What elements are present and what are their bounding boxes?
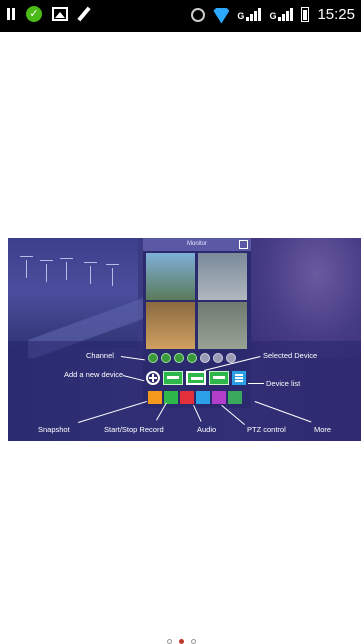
channel-dot <box>187 353 197 363</box>
label-more: More <box>314 425 332 434</box>
image-icon <box>52 7 68 21</box>
alarm-icon <box>191 7 206 22</box>
callout-line <box>248 383 264 384</box>
mic-icon <box>180 391 194 404</box>
label-audio: Audio <box>197 425 217 434</box>
more-icon <box>228 391 242 404</box>
signal-icon: G <box>237 8 262 21</box>
page-dot-active[interactable] <box>179 639 184 644</box>
toolbar <box>148 391 242 404</box>
video-tile <box>146 302 195 349</box>
label-selected-device: Selected Device <box>263 351 318 360</box>
label-device-list: Device list <box>266 379 301 388</box>
device-icon <box>163 371 183 385</box>
pen-icon <box>77 6 91 22</box>
status-bar: ✓ G G 15:25 <box>0 0 361 32</box>
video-tile <box>146 253 195 300</box>
video-tile <box>198 253 247 300</box>
feature-banner: Monitor Channel Add a new device Selecte… <box>8 238 361 441</box>
channel-selector <box>148 353 236 363</box>
page-dot[interactable] <box>167 639 172 644</box>
page-dot[interactable] <box>191 639 196 644</box>
selected-device-icon <box>186 371 206 385</box>
channel-dot <box>174 353 184 363</box>
video-tile <box>198 302 247 349</box>
label-ptz: PTZ control <box>247 425 286 434</box>
qr-icon <box>239 240 248 249</box>
label-snapshot: Snapshot <box>38 425 70 434</box>
phone-header: Monitor <box>143 238 251 251</box>
label-add-device: Add a new device <box>64 370 124 379</box>
page-indicator <box>167 639 196 644</box>
device-icon <box>209 371 229 385</box>
signal-icon-2: G <box>269 8 294 21</box>
channel-dot <box>200 353 210 363</box>
device-row <box>146 371 246 385</box>
snapshot-icon <box>148 391 162 404</box>
add-device-icon <box>146 371 160 385</box>
label-channel: Channel <box>86 351 114 360</box>
channel-dot <box>161 353 171 363</box>
battery-icon <box>301 7 310 22</box>
label-record: Start/Stop Record <box>104 425 164 434</box>
station-scene <box>251 238 361 358</box>
clock: 15:25 <box>317 6 355 23</box>
check-icon: ✓ <box>26 6 42 22</box>
wifi-icon <box>213 8 229 22</box>
channel-dot <box>213 353 223 363</box>
ptz-icon <box>212 391 226 404</box>
audio-icon <box>196 391 210 404</box>
channel-dot <box>148 353 158 363</box>
device-list-icon <box>232 371 246 385</box>
pause-icon <box>6 6 16 22</box>
